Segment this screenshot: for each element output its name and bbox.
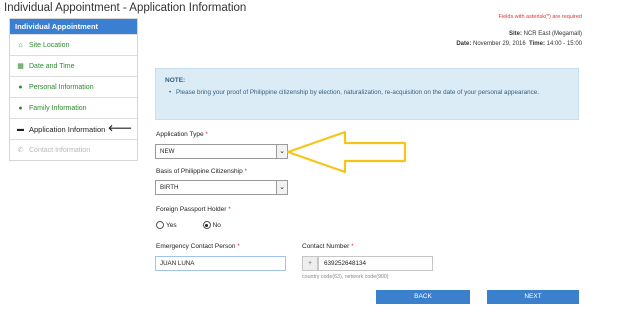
radio-no[interactable] xyxy=(202,221,211,229)
chevron-down-icon[interactable]: ⌄ xyxy=(276,181,287,194)
foreign-passport-label: Foreign Passport Holder * xyxy=(156,206,231,213)
date-time-info: Date: November 29, 2016 Time: 14:00 - 15… xyxy=(456,41,582,47)
contact-number-input[interactable]: 639252648134 xyxy=(318,256,433,271)
user-icon: ● xyxy=(18,83,23,91)
site-label: Site: xyxy=(508,31,522,37)
next-button[interactable]: NEXT xyxy=(487,290,579,304)
required-asterisk: * xyxy=(237,243,240,250)
date-value: November 29, 2016 xyxy=(473,41,526,47)
sidebar-item-family-information[interactable]: ● Family Information xyxy=(10,97,137,118)
arrow-left-icon: 🡐 xyxy=(107,123,132,133)
sidebar-item-label: Date and Time xyxy=(29,62,75,70)
contact-number-hint: country code(63), network code(900) xyxy=(302,274,389,280)
sidebar-item-site-location[interactable]: ⌂ Site Location xyxy=(10,34,137,55)
required-asterisk: * xyxy=(228,206,231,213)
required-asterisk: * xyxy=(244,168,248,175)
citizenship-select[interactable]: BIRTH ⌄ xyxy=(155,180,288,195)
radio-no-label[interactable]: No xyxy=(213,222,221,229)
label-text: Foreign Passport Holder xyxy=(156,206,227,213)
sidebar-item-personal-information[interactable]: ● Personal Information xyxy=(10,76,137,97)
sidebar-item-application-information[interactable]: ▬ Application Information 🡐 xyxy=(10,118,137,139)
annotation-arrow-icon xyxy=(286,130,407,174)
selected-value: NEW xyxy=(160,148,175,155)
site-info: Site: NCR East (Megamall) xyxy=(509,31,582,37)
sidebar-item-date-and-time[interactable]: ▦ Date and Time xyxy=(10,55,137,76)
home-icon: ⌂ xyxy=(18,41,23,49)
required-asterisk: * xyxy=(351,243,354,250)
sidebar-item-label: Family Information xyxy=(29,104,87,112)
note-text: Please bring your proof of Philippine ci… xyxy=(165,88,569,97)
label-text: Application Type xyxy=(156,131,204,138)
sidebar-item-contact-information: ✆ Contact Information xyxy=(10,139,137,160)
date-label: Date: xyxy=(456,41,472,47)
site-value: NCR East (Megamall) xyxy=(523,31,582,37)
id-card-icon: ▬ xyxy=(17,125,24,133)
users-icon: ● xyxy=(18,104,23,112)
phone-icon: ✆ xyxy=(17,147,24,154)
required-fields-note: Fields with asterisk(*) are required xyxy=(498,14,582,20)
page-title: Individual Appointment - Application Inf… xyxy=(4,2,247,14)
back-button[interactable]: BACK xyxy=(376,290,470,304)
sidebar: Individual Appointment ⌂ Site Location ▦… xyxy=(9,18,138,161)
foreign-passport-radio-group: Yes No xyxy=(156,221,247,229)
sidebar-item-label: Application Information xyxy=(29,124,106,134)
radio-yes-label[interactable]: Yes xyxy=(166,222,177,229)
label-text: Contact Number xyxy=(302,243,350,250)
sidebar-item-label: Personal Information xyxy=(29,83,94,91)
selected-value: BIRTH xyxy=(160,184,179,191)
emergency-contact-input[interactable]: JUAN LUNA xyxy=(155,256,286,271)
citizenship-label: Basis of Philippine Citizenship * xyxy=(156,168,247,175)
radio-yes[interactable] xyxy=(156,221,164,229)
application-type-select[interactable]: NEW ⌄ xyxy=(155,144,288,159)
phone-prefix: + xyxy=(302,256,318,271)
label-text: Emergency Contact Person xyxy=(156,243,236,250)
application-type-label: Application Type * xyxy=(156,131,208,138)
note-box: NOTE: Please bring your proof of Philipp… xyxy=(155,68,579,120)
contact-number-label: Contact Number * xyxy=(302,243,354,250)
time-value: 14:00 - 15:00 xyxy=(546,41,582,47)
calendar-icon: ▦ xyxy=(17,63,24,70)
note-title: NOTE: xyxy=(165,77,186,84)
required-asterisk: * xyxy=(205,131,208,138)
sidebar-header: Individual Appointment xyxy=(10,19,137,34)
label-text: Basis of Philippine Citizenship xyxy=(156,168,243,175)
sidebar-item-label: Site Location xyxy=(29,41,70,49)
sidebar-item-label: Contact Information xyxy=(29,146,91,154)
emergency-contact-label: Emergency Contact Person * xyxy=(156,243,240,250)
time-label: Time: xyxy=(529,41,545,47)
